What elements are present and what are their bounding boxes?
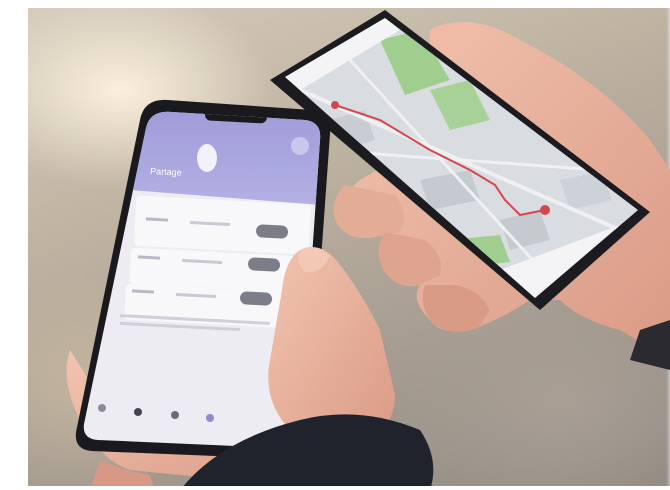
tab-icon [98,404,106,412]
route-start-marker [331,101,339,109]
screen-title: Partage [150,166,182,178]
list-pill [240,291,273,306]
tab-icon [134,408,142,416]
illustration-icon [197,144,217,172]
list-pill [248,257,281,272]
photo-scene: Partage [0,0,670,490]
list-pill [256,224,289,239]
settings-icon [291,137,309,155]
image-border-bottom [0,486,670,490]
tab-icon [206,414,214,422]
image-border-left [0,0,28,490]
tab-icon [171,411,179,419]
route-end-marker [540,205,550,215]
image-border-top [0,0,670,8]
photo-illustration: Partage [66,10,670,490]
